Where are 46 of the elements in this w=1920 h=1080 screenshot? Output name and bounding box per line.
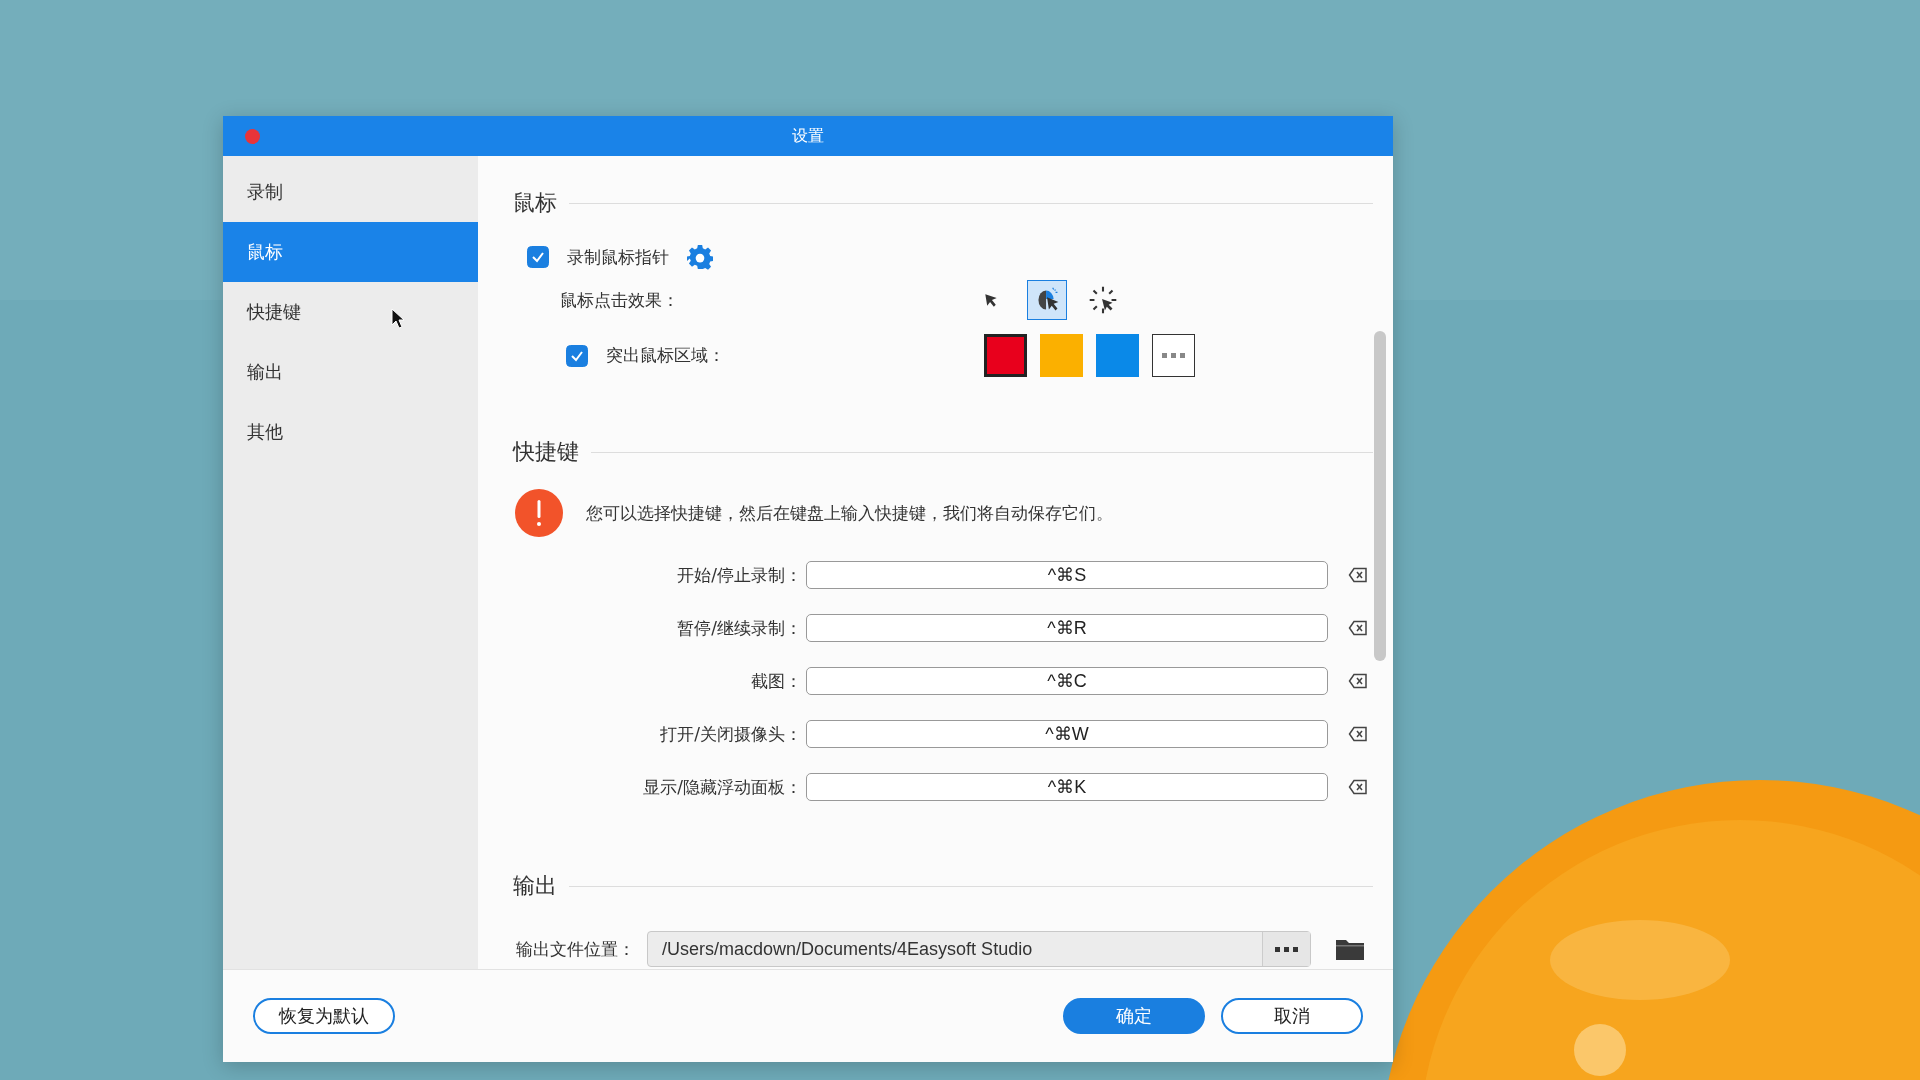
shortcut-label: 打开/关闭摄像头： (659, 722, 802, 746)
settings-icon[interactable] (687, 244, 713, 270)
reset-button[interactable]: 恢复为默认 (253, 998, 395, 1034)
sidebar-item[interactable]: 录制 (223, 162, 478, 222)
color-swatch[interactable] (1040, 334, 1083, 377)
scrollbar[interactable] (1374, 331, 1386, 661)
checkbox[interactable] (566, 344, 588, 367)
info-text: 您可以选择快捷键，然后在键盘上输入快捷键，我们将自动保存它们。 (586, 501, 1113, 525)
cancel-button[interactable]: 取消 (1221, 998, 1363, 1034)
folder-icon[interactable] (1335, 937, 1365, 961)
shortcut-label: 截图： (750, 669, 802, 693)
sidebar-item[interactable]: 其他 (223, 402, 478, 462)
output-path-field[interactable]: /Users/macdown/Documents/4Easysoft Studio (647, 931, 1311, 967)
cursor-icon (391, 308, 405, 330)
ok-button[interactable]: 确定 (1063, 998, 1205, 1034)
checkbox[interactable] (527, 246, 549, 268)
shortcut-field[interactable]: ^⌘C (806, 667, 1328, 695)
sidebar-item[interactable]: 输出 (223, 342, 478, 402)
color-swatch[interactable] (984, 334, 1027, 377)
mouse-click-icon[interactable] (1027, 280, 1067, 320)
shortcut-field[interactable]: ^⌘R (806, 614, 1328, 642)
clear-icon[interactable] (1348, 567, 1368, 583)
clear-icon[interactable] (1348, 620, 1368, 636)
section-heading: 鼠标 (513, 189, 557, 217)
clear-icon[interactable] (1348, 726, 1368, 742)
shortcut-label: 显示/隐藏浮动面板： (642, 775, 802, 799)
clear-icon[interactable] (1348, 779, 1368, 795)
sidebar-item[interactable]: 鼠标 (223, 222, 478, 282)
color-swatch[interactable] (1096, 334, 1139, 377)
shortcut-field[interactable]: ^⌘K (806, 773, 1328, 801)
checkbox-label: 录制鼠标指针 (567, 245, 669, 269)
section-heading: 输出 (513, 872, 557, 900)
shortcut-label: 开始/停止录制： (676, 563, 802, 587)
shortcut-field[interactable]: ^⌘S (806, 561, 1328, 589)
clear-icon[interactable] (1348, 673, 1368, 689)
shortcut-label: 暂停/继续录制： (676, 616, 802, 640)
warning-icon (515, 489, 563, 537)
section-heading: 快捷键 (513, 438, 579, 466)
window-title: 设置 (792, 125, 824, 147)
more-colors-button[interactable] (1152, 334, 1195, 377)
output-location-label: 输出文件位置： (516, 937, 635, 961)
shortcut-field[interactable]: ^⌘W (806, 720, 1328, 748)
browse-button[interactable] (1262, 932, 1310, 966)
sidebar-item[interactable]: 快捷键 (223, 282, 478, 342)
checkbox-label: 突出鼠标区域： (606, 344, 725, 367)
click-effect-label: 鼠标点击效果： (560, 288, 679, 312)
